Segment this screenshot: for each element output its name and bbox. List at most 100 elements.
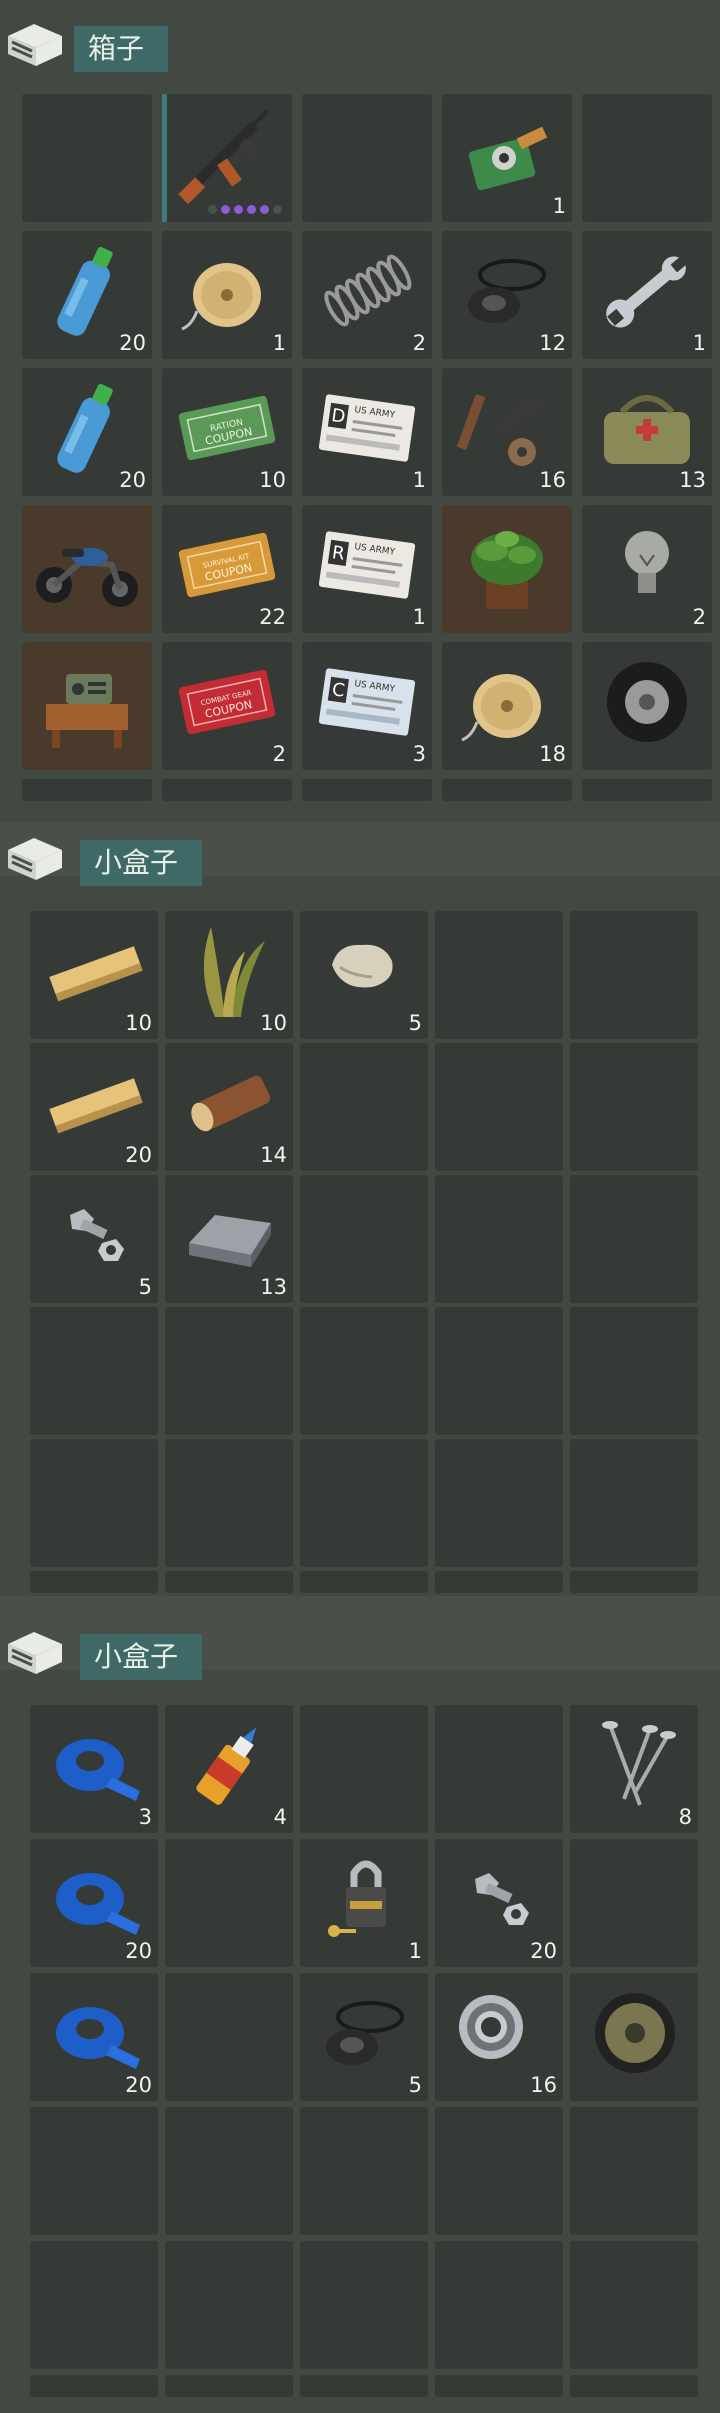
inventory-slot[interactable]: 14 bbox=[165, 1043, 293, 1171]
inventory-slot[interactable]: 20 bbox=[22, 231, 152, 359]
inventory-slot[interactable] bbox=[570, 1571, 698, 1593]
inventory-slot[interactable] bbox=[300, 1571, 428, 1593]
radio-desk-icon bbox=[46, 674, 128, 748]
inventory-slot[interactable] bbox=[570, 1307, 698, 1435]
first-aid-bag-icon bbox=[604, 395, 690, 464]
inventory-slot[interactable] bbox=[300, 1705, 428, 1833]
inventory-slot[interactable] bbox=[300, 1175, 428, 1303]
inventory-slot[interactable]: 13 bbox=[165, 1175, 293, 1303]
inventory-slot[interactable]: COMBAT GEAR COUPON 2 bbox=[162, 642, 292, 770]
inventory-slot[interactable] bbox=[435, 1307, 563, 1435]
inventory-slot[interactable] bbox=[570, 2241, 698, 2369]
inventory-slot[interactable] bbox=[162, 94, 292, 222]
inventory-slot[interactable] bbox=[165, 2107, 293, 2235]
inventory-slot[interactable] bbox=[570, 1839, 698, 1967]
inventory-slot[interactable]: RATION COUPON 10 bbox=[162, 368, 292, 496]
inventory-slot[interactable] bbox=[435, 1705, 563, 1833]
inventory-slot[interactable]: SURVIVAL KIT COUPON 22 bbox=[162, 505, 292, 633]
inventory-slot[interactable] bbox=[30, 1439, 158, 1567]
inventory-slot[interactable] bbox=[435, 1175, 563, 1303]
inventory-slot[interactable]: 13 bbox=[582, 368, 712, 496]
inventory-slot[interactable]: 1 bbox=[300, 1839, 428, 1967]
inventory-slot[interactable]: 1 bbox=[442, 94, 572, 222]
inventory-slot[interactable] bbox=[435, 1439, 563, 1567]
inventory-slot[interactable]: 20 bbox=[435, 1839, 563, 1967]
inventory-slot[interactable]: 8 bbox=[570, 1705, 698, 1833]
inventory-slot[interactable] bbox=[22, 779, 152, 801]
item-count: 20 bbox=[125, 1143, 152, 1167]
inventory-slot[interactable] bbox=[300, 2375, 428, 2397]
inventory-slot[interactable] bbox=[570, 2375, 698, 2397]
inventory-slot[interactable] bbox=[165, 1571, 293, 1593]
inventory-slot[interactable]: 2 bbox=[582, 505, 712, 633]
inventory-slot[interactable]: 20 bbox=[22, 368, 152, 496]
inventory-slot[interactable] bbox=[435, 1043, 563, 1171]
inventory-slot[interactable] bbox=[582, 642, 712, 770]
inventory-slot[interactable] bbox=[582, 779, 712, 801]
inventory-slot[interactable] bbox=[30, 2241, 158, 2369]
inventory-slot[interactable] bbox=[165, 1973, 293, 2101]
inventory-slot[interactable] bbox=[435, 2241, 563, 2369]
inventory-slot[interactable] bbox=[570, 1439, 698, 1567]
inventory-slot[interactable] bbox=[165, 1439, 293, 1567]
inventory-slot[interactable]: R US ARMY 1 bbox=[302, 505, 432, 633]
inventory-slot[interactable] bbox=[435, 2107, 563, 2235]
selected-accent bbox=[162, 94, 167, 222]
inventory-slot[interactable]: D US ARMY 1 bbox=[302, 368, 432, 496]
inventory-slot[interactable] bbox=[22, 94, 152, 222]
inventory-slot[interactable]: 1 bbox=[582, 231, 712, 359]
inventory-slot[interactable] bbox=[435, 1571, 563, 1593]
inventory-slot[interactable]: 5 bbox=[30, 1175, 158, 1303]
inventory-slot[interactable]: 16 bbox=[442, 368, 572, 496]
inventory-slot[interactable] bbox=[165, 2241, 293, 2369]
inventory-slot[interactable] bbox=[30, 2107, 158, 2235]
container-title: 小盒子 bbox=[80, 840, 203, 886]
inventory-slot[interactable] bbox=[570, 1175, 698, 1303]
inventory-slot[interactable] bbox=[165, 1307, 293, 1435]
inventory-slot[interactable] bbox=[30, 2375, 158, 2397]
inventory-slot[interactable] bbox=[302, 94, 432, 222]
inventory-slot[interactable]: 3 bbox=[30, 1705, 158, 1833]
inventory-slot[interactable] bbox=[30, 1307, 158, 1435]
motorcycle-icon bbox=[36, 548, 138, 607]
inventory-slot[interactable]: C US ARMY 3 bbox=[302, 642, 432, 770]
inventory-slot[interactable] bbox=[442, 779, 572, 801]
inventory-slot[interactable] bbox=[435, 911, 563, 1039]
inventory-slot[interactable] bbox=[22, 642, 152, 770]
inventory-slot[interactable] bbox=[570, 911, 698, 1039]
inventory-slot[interactable] bbox=[302, 779, 432, 801]
inventory-slot[interactable]: 18 bbox=[442, 642, 572, 770]
inventory-slot[interactable] bbox=[165, 2375, 293, 2397]
inventory-slot[interactable]: 1 bbox=[162, 231, 292, 359]
inventory-slot[interactable] bbox=[582, 94, 712, 222]
item-count: 10 bbox=[259, 468, 286, 492]
inventory-slot[interactable] bbox=[570, 1973, 698, 2101]
item-count: 13 bbox=[260, 1275, 287, 1299]
inventory-slot[interactable] bbox=[300, 2107, 428, 2235]
inventory-slot[interactable] bbox=[30, 1571, 158, 1593]
inventory-slot[interactable]: 12 bbox=[442, 231, 572, 359]
inventory-slot[interactable]: 20 bbox=[30, 1973, 158, 2101]
inventory-slot[interactable]: 10 bbox=[30, 911, 158, 1039]
inventory-slot[interactable] bbox=[442, 505, 572, 633]
inventory-slot[interactable] bbox=[300, 1439, 428, 1567]
inventory-slot[interactable] bbox=[162, 779, 292, 801]
inventory-slot[interactable] bbox=[570, 1043, 698, 1171]
inventory-slot[interactable] bbox=[300, 1307, 428, 1435]
item-count: 1 bbox=[552, 194, 566, 218]
inventory-slot[interactable]: 2 bbox=[302, 231, 432, 359]
inventory-slot[interactable]: 5 bbox=[300, 911, 428, 1039]
inventory-slot[interactable] bbox=[300, 2241, 428, 2369]
inventory-slot[interactable]: 20 bbox=[30, 1043, 158, 1171]
inventory-slot[interactable]: 5 bbox=[300, 1973, 428, 2101]
inventory-slot[interactable] bbox=[22, 505, 152, 633]
inventory-slot[interactable] bbox=[570, 2107, 698, 2235]
inventory-slot[interactable] bbox=[435, 2375, 563, 2397]
item-count: 3 bbox=[138, 1805, 152, 1829]
inventory-slot[interactable] bbox=[300, 1043, 428, 1171]
inventory-slot[interactable]: 4 bbox=[165, 1705, 293, 1833]
inventory-slot[interactable]: 20 bbox=[30, 1839, 158, 1967]
inventory-slot[interactable]: 16 bbox=[435, 1973, 563, 2101]
inventory-slot[interactable] bbox=[165, 1839, 293, 1967]
inventory-slot[interactable]: 10 bbox=[165, 911, 293, 1039]
